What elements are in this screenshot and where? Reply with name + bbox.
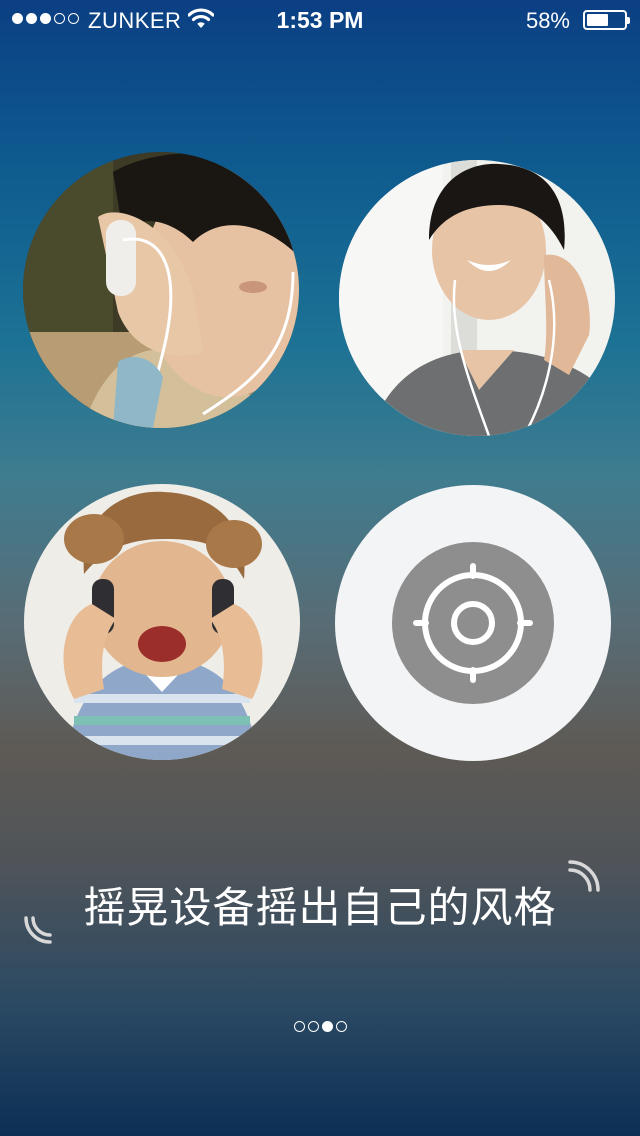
page-dot[interactable] — [321, 1021, 333, 1032]
tagline-area: 摇晃设备摇出自己的风格 — [0, 860, 640, 962]
battery-level — [587, 14, 608, 26]
locate-button[interactable] — [335, 485, 611, 761]
battery-percent: 58% — [525, 8, 570, 33]
battery-icon — [583, 10, 630, 30]
photo-toddler-with-headphones[interactable] — [24, 484, 300, 760]
page-dot[interactable] — [335, 1021, 347, 1032]
status-bar: ZUNKER 1:53 PM 58% — [0, 0, 640, 40]
page-dot[interactable] — [293, 1021, 305, 1032]
tagline-text: 摇晃设备摇出自己的风格 — [83, 883, 557, 932]
onboarding-screen: ZUNKER 1:53 PM 58% 摇晃设备摇出自己的风格 — [0, 0, 640, 1136]
shake-wave-right-icon — [568, 860, 600, 892]
locate-button-inner — [392, 542, 554, 704]
page-dot[interactable] — [307, 1021, 319, 1032]
photo-young-man-with-earphones[interactable] — [339, 160, 615, 436]
photo-woman-with-headphones[interactable] — [23, 152, 299, 428]
page-indicator[interactable] — [0, 1021, 640, 1032]
locate-icon — [413, 563, 533, 683]
